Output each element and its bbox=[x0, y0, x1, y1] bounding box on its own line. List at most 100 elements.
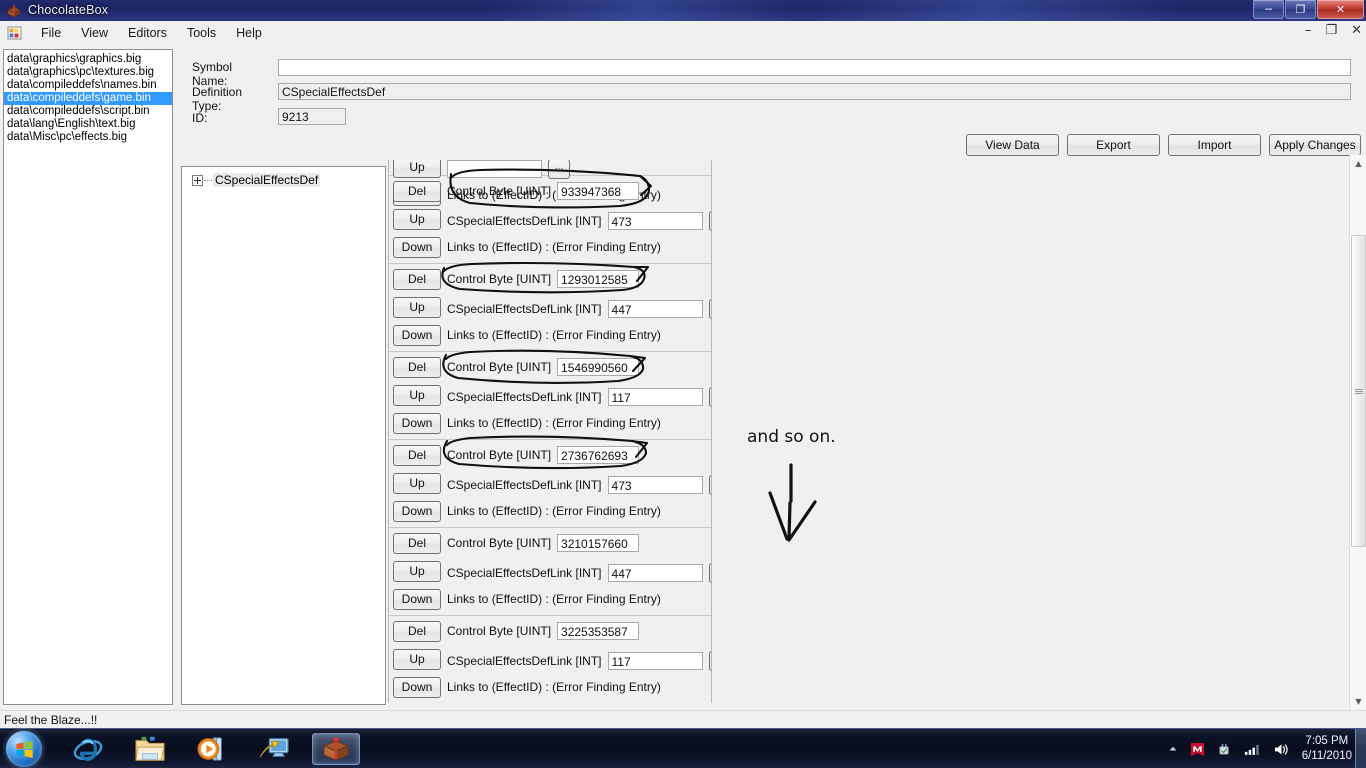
browse-button[interactable]: ... bbox=[709, 299, 712, 319]
mcafee-icon[interactable] bbox=[1190, 742, 1205, 757]
tree-node-cspecialeffectsdef[interactable]: CSpecialEffectsDef bbox=[192, 173, 385, 187]
symbol-name-label: Symbol Name: bbox=[192, 60, 270, 88]
up-button[interactable]: Up bbox=[393, 209, 441, 230]
down-button[interactable]: Down bbox=[393, 501, 441, 522]
scroll-down-arrow[interactable]: ▼ bbox=[1350, 693, 1366, 710]
definition-type-label: Definition Type: bbox=[192, 85, 270, 113]
clock-time: 7:05 PM bbox=[1302, 734, 1352, 749]
symbol-name-input[interactable] bbox=[278, 59, 1351, 76]
link-value[interactable]: 447 bbox=[608, 300, 703, 318]
entries-list[interactable]: Del Up Down ... Links to (EffectID) : (E… bbox=[388, 160, 712, 703]
control-byte-value[interactable]: 3225353587 bbox=[557, 622, 639, 640]
scroll-up-arrow[interactable]: ▲ bbox=[1350, 155, 1366, 172]
browse-button[interactable]: ... bbox=[709, 211, 712, 231]
expand-plus-icon[interactable] bbox=[192, 175, 203, 186]
down-button[interactable]: Down bbox=[393, 677, 441, 698]
mdi-close-button[interactable]: ✕ bbox=[1351, 24, 1362, 38]
archive-file-list[interactable]: data\graphics\graphics.big data\graphics… bbox=[3, 49, 173, 705]
definition-type-input[interactable]: CSpecialEffectsDef bbox=[278, 83, 1351, 100]
taskbar-item-chocolatebox[interactable] bbox=[312, 733, 360, 765]
link-value[interactable]: 473 bbox=[608, 476, 703, 494]
table-row[interactable]: Del Up Down Control Byte [UINT] 27367626… bbox=[389, 440, 711, 528]
safely-remove-hardware-icon[interactable] bbox=[1217, 742, 1232, 757]
control-byte-value[interactable]: 2736762693 bbox=[557, 446, 639, 464]
browse-button[interactable]: ... bbox=[709, 387, 712, 407]
taskbar-item-windows-explorer[interactable] bbox=[126, 733, 174, 765]
show-desktop-button[interactable] bbox=[1355, 729, 1366, 768]
list-item[interactable]: data\Misc\pc\effects.big bbox=[4, 131, 172, 144]
link-value[interactable]: 117 bbox=[608, 652, 703, 670]
scrollbar-thumb[interactable] bbox=[1351, 235, 1366, 547]
up-button[interactable]: Up bbox=[393, 473, 441, 494]
id-input[interactable]: 9213 bbox=[278, 108, 346, 125]
view-data-button[interactable]: View Data bbox=[966, 134, 1059, 156]
menu-file[interactable]: File bbox=[31, 23, 71, 43]
menu-help[interactable]: Help bbox=[226, 23, 272, 43]
link-value[interactable]: 117 bbox=[608, 388, 703, 406]
control-byte-value[interactable]: 1293012585 bbox=[557, 270, 639, 288]
links-to-text: Links to (EffectID) : (Error Finding Ent… bbox=[447, 240, 661, 254]
link-value[interactable]: 473 bbox=[608, 212, 703, 230]
start-button[interactable] bbox=[6, 731, 42, 767]
list-item-selected[interactable]: data\compileddefs\game.bin bbox=[4, 92, 172, 105]
network-signal-icon[interactable] bbox=[1244, 742, 1261, 756]
chocolatebox-app-icon bbox=[6, 3, 22, 19]
del-button[interactable]: Del bbox=[393, 533, 441, 554]
control-byte-value[interactable]: 933947368 bbox=[557, 182, 639, 200]
down-button[interactable]: Down bbox=[393, 413, 441, 434]
link-value[interactable]: 447 bbox=[608, 564, 703, 582]
import-button[interactable]: Import bbox=[1168, 134, 1261, 156]
table-row[interactable]: Del Up Down Control Byte [UINT] 32253535… bbox=[389, 616, 711, 703]
window-restore-button[interactable]: ❐ bbox=[1285, 0, 1316, 19]
menu-editors[interactable]: Editors bbox=[118, 23, 177, 43]
del-button[interactable]: Del bbox=[393, 357, 441, 378]
links-to-text: Links to (EffectID) : (Error Finding Ent… bbox=[447, 328, 661, 342]
up-button[interactable]: Up bbox=[393, 297, 441, 318]
taskbar-clock[interactable]: 7:05 PM 6/11/2010 bbox=[1302, 734, 1352, 764]
window-titlebar: ChocolateBox ─ ❐ ✕ bbox=[0, 0, 1366, 22]
volume-icon[interactable] bbox=[1273, 742, 1290, 757]
list-item[interactable]: data\compileddefs\names.bin bbox=[4, 79, 172, 92]
down-button[interactable]: Down bbox=[393, 325, 441, 346]
list-item[interactable]: data\lang\English\text.big bbox=[4, 118, 172, 131]
mdi-minimize-button[interactable]: – bbox=[1305, 24, 1312, 38]
taskbar-item-media-player[interactable] bbox=[188, 733, 236, 765]
list-item[interactable]: data\graphics\pc\textures.big bbox=[4, 66, 172, 79]
list-item[interactable]: data\compileddefs\script.bin bbox=[4, 105, 172, 118]
show-hidden-icons-arrow[interactable] bbox=[1168, 744, 1178, 754]
export-button[interactable]: Export bbox=[1067, 134, 1160, 156]
browse-button[interactable]: ... bbox=[709, 651, 712, 671]
window-title: ChocolateBox bbox=[28, 3, 108, 17]
window-minimize-button[interactable]: ─ bbox=[1253, 0, 1284, 19]
del-button[interactable]: Del bbox=[393, 181, 441, 202]
apply-changes-button[interactable]: Apply Changes bbox=[1269, 134, 1361, 156]
status-bar: Feel the Blaze...!! bbox=[0, 710, 1366, 728]
del-button[interactable]: Del bbox=[393, 269, 441, 290]
down-button[interactable]: Down bbox=[393, 589, 441, 610]
internet-explorer-icon bbox=[73, 734, 103, 764]
table-row[interactable]: Del Up Down ... Links to (EffectID) : (E… bbox=[389, 160, 711, 176]
menu-tools[interactable]: Tools bbox=[177, 23, 226, 43]
table-row[interactable]: Del Up Down Control Byte [UINT] 12930125… bbox=[389, 264, 711, 352]
main-vertical-scrollbar[interactable]: ▲ ▼ bbox=[1349, 155, 1366, 710]
table-row[interactable]: Del Up Down Control Byte [UINT] 93394736… bbox=[389, 176, 711, 264]
definition-tree[interactable]: CSpecialEffectsDef bbox=[181, 166, 386, 705]
down-button[interactable]: Down bbox=[393, 237, 441, 258]
browse-button[interactable]: ... bbox=[709, 563, 712, 583]
window-close-button[interactable]: ✕ bbox=[1317, 0, 1364, 19]
taskbar-item-remote-desktop[interactable] bbox=[250, 733, 298, 765]
up-button[interactable]: Up bbox=[393, 385, 441, 406]
taskbar-item-internet-explorer[interactable] bbox=[64, 733, 112, 765]
del-button[interactable]: Del bbox=[393, 621, 441, 642]
control-byte-value[interactable]: 3210157660 bbox=[557, 534, 639, 552]
up-button[interactable]: Up bbox=[393, 649, 441, 670]
table-row[interactable]: Del Up Down Control Byte [UINT] 32101576… bbox=[389, 528, 711, 616]
up-button[interactable]: Up bbox=[393, 561, 441, 582]
list-item[interactable]: data\graphics\graphics.big bbox=[4, 53, 172, 66]
del-button[interactable]: Del bbox=[393, 445, 441, 466]
mdi-restore-button[interactable]: ❐ bbox=[1325, 24, 1337, 38]
table-row[interactable]: Del Up Down Control Byte [UINT] 15469905… bbox=[389, 352, 711, 440]
browse-button[interactable]: ... bbox=[709, 475, 712, 495]
menu-view[interactable]: View bbox=[71, 23, 118, 43]
control-byte-value[interactable]: 1546990560 bbox=[557, 358, 639, 376]
